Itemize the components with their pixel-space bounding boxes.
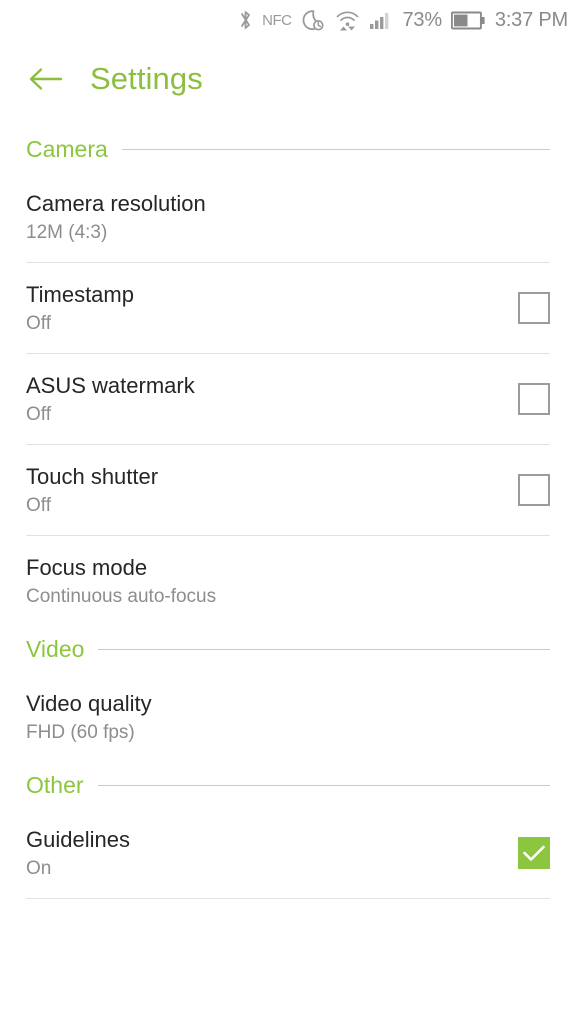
setting-row-timestamp[interactable]: Timestamp Off bbox=[0, 263, 576, 353]
row-title: Guidelines bbox=[26, 826, 130, 852]
row-subtitle: Off bbox=[26, 312, 51, 334]
cellular-signal-icon bbox=[369, 9, 393, 31]
section-header-other: Other bbox=[0, 762, 576, 808]
setting-row-guidelines[interactable]: Guidelines On bbox=[0, 808, 576, 898]
wifi-data-transfer-icon bbox=[335, 9, 360, 32]
row-texts: Guidelines On bbox=[26, 827, 130, 880]
row-texts: Touch shutter Off bbox=[26, 464, 158, 517]
guidelines-checkbox[interactable] bbox=[518, 837, 550, 869]
setting-row-touch-shutter[interactable]: Touch shutter Off bbox=[0, 445, 576, 535]
row-texts: ASUS watermark Off bbox=[26, 373, 195, 426]
section-label: Other bbox=[26, 771, 84, 798]
timestamp-checkbox[interactable] bbox=[518, 292, 550, 324]
row-subtitle: 12M (4:3) bbox=[26, 221, 108, 243]
list-bottom-spacer bbox=[0, 899, 576, 921]
section-rule bbox=[121, 148, 550, 150]
nfc-icon: NFC bbox=[262, 11, 292, 29]
settings-list: Camera Camera resolution 12M (4:3) Times… bbox=[0, 118, 576, 921]
row-title: Timestamp bbox=[26, 281, 134, 307]
status-bar: NFC 73% 3:37 PM bbox=[0, 0, 576, 40]
row-subtitle: Off bbox=[26, 494, 51, 516]
row-texts: Focus mode Continuous auto-focus bbox=[26, 555, 216, 608]
setting-row-focus-mode[interactable]: Focus mode Continuous auto-focus bbox=[0, 536, 576, 626]
app-bar: Settings bbox=[0, 40, 576, 118]
do-not-disturb-moon-alarm-icon bbox=[300, 9, 326, 32]
battery-percent-label: 73% bbox=[402, 8, 442, 31]
row-texts: Timestamp Off bbox=[26, 282, 134, 335]
row-title: Camera resolution bbox=[26, 190, 206, 216]
section-rule bbox=[98, 648, 550, 650]
bluetooth-icon bbox=[238, 9, 253, 31]
row-title: Focus mode bbox=[26, 554, 148, 580]
settings-screen: NFC 73% 3:37 PM Settings Camera Camera r… bbox=[0, 0, 576, 1024]
row-subtitle: FHD (60 fps) bbox=[26, 721, 135, 743]
battery-icon bbox=[450, 10, 485, 31]
page-title: Settings bbox=[90, 61, 203, 96]
status-bar-clock: 3:37 PM bbox=[494, 8, 568, 31]
row-texts: Camera resolution 12M (4:3) bbox=[26, 191, 206, 244]
row-title: Touch shutter bbox=[26, 463, 159, 489]
row-title: ASUS watermark bbox=[26, 372, 195, 398]
row-subtitle: Off bbox=[26, 403, 51, 425]
row-subtitle: Continuous auto-focus bbox=[26, 585, 217, 607]
row-subtitle: On bbox=[26, 857, 52, 879]
row-texts: Video quality FHD (60 fps) bbox=[26, 691, 152, 744]
setting-row-video-quality[interactable]: Video quality FHD (60 fps) bbox=[0, 672, 576, 762]
setting-row-asus-watermark[interactable]: ASUS watermark Off bbox=[0, 354, 576, 444]
section-header-video: Video bbox=[0, 626, 576, 672]
back-arrow-icon[interactable] bbox=[28, 64, 64, 94]
touch-shutter-checkbox[interactable] bbox=[518, 474, 550, 506]
section-rule bbox=[97, 784, 550, 786]
section-label: Camera bbox=[26, 135, 108, 162]
asus-watermark-checkbox[interactable] bbox=[518, 383, 550, 415]
row-title: Video quality bbox=[26, 690, 152, 716]
section-header-camera: Camera bbox=[0, 126, 576, 172]
setting-row-camera-resolution[interactable]: Camera resolution 12M (4:3) bbox=[0, 172, 576, 262]
section-label: Video bbox=[26, 635, 85, 662]
